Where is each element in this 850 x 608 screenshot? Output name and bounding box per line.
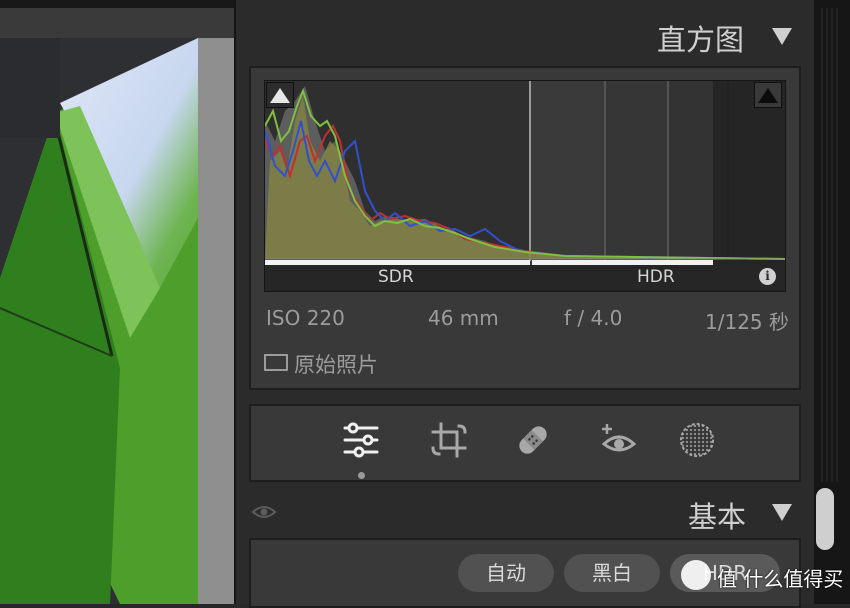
shadow-clipping-triangle-icon[interactable] [266, 82, 294, 108]
original-photo-label[interactable]: 原始照片 [294, 349, 378, 379]
scrollbar-grip [818, 8, 838, 482]
histogram-plot [265, 81, 785, 291]
histogram-graph [264, 80, 786, 292]
basic-title[interactable]: 基本 [688, 494, 780, 536]
scrollbar-thumb[interactable] [816, 488, 834, 550]
healing-bandage-icon[interactable] [513, 420, 553, 460]
visibility-eye-icon[interactable] [252, 502, 276, 522]
photo-image [0, 38, 198, 604]
black-white-button[interactable]: 黑白 [564, 554, 660, 592]
original-photo-checkbox[interactable] [264, 354, 288, 371]
exif-aperture: f / 4.0 [564, 306, 623, 330]
info-icon[interactable]: i [759, 268, 776, 285]
hdr-label: HDR [637, 267, 675, 287]
basic-collapse-triangle-icon[interactable] [772, 504, 792, 521]
canvas-margin [198, 38, 234, 604]
auto-button[interactable]: 自动 [458, 554, 554, 592]
exif-shutter: 1/125 秒 [705, 310, 789, 334]
histogram-header[interactable]: 直方图 [236, 10, 814, 60]
masking-circle-icon[interactable] [677, 420, 717, 460]
active-tool-indicator [358, 472, 365, 479]
watermark-logo-icon [681, 560, 711, 590]
photo-preview[interactable] [0, 38, 198, 604]
histogram-title: 直方图 [656, 23, 744, 57]
canvas-top-strip [0, 0, 234, 8]
exif-focal-length: 46 mm [428, 306, 499, 330]
edit-sliders-icon[interactable] [341, 420, 381, 460]
highlight-clipping-triangle-icon[interactable] [754, 82, 782, 108]
watermark-text: 值 什么值得买 [717, 567, 844, 591]
sdr-label: SDR [378, 267, 414, 287]
red-eye-icon[interactable] [599, 420, 639, 460]
exif-iso: ISO 220 [266, 306, 345, 330]
photo-canvas[interactable] [0, 0, 234, 604]
crop-rotate-icon[interactable] [429, 420, 469, 460]
collapse-triangle-icon[interactable] [772, 28, 792, 45]
